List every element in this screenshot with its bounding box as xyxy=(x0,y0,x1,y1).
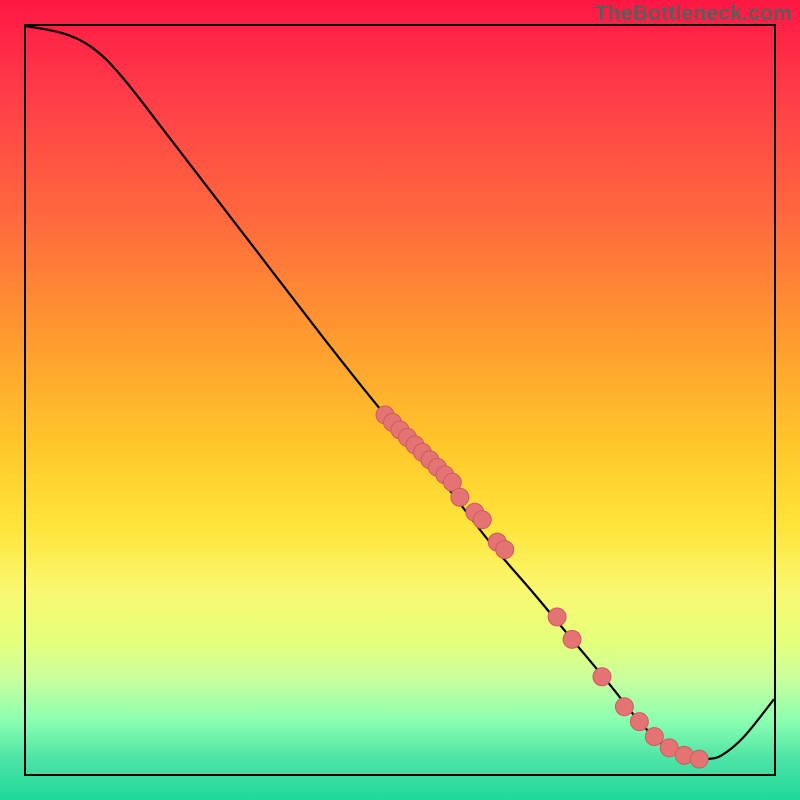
sample-point-marker xyxy=(690,750,708,768)
sample-point-marker xyxy=(451,488,469,506)
sample-point-marker xyxy=(548,608,566,626)
plot-area xyxy=(0,0,800,800)
sample-point-marker xyxy=(630,713,648,731)
chart-root: TheBottleneck.com xyxy=(0,0,800,800)
bottleneck-curve xyxy=(26,26,774,760)
sample-points-group xyxy=(376,406,708,768)
sample-point-marker xyxy=(496,541,514,559)
sample-point-marker xyxy=(645,728,663,746)
sample-point-marker xyxy=(473,511,491,529)
sample-point-marker xyxy=(615,698,633,716)
chart-svg xyxy=(26,26,774,774)
sample-point-marker xyxy=(563,630,581,648)
sample-point-marker xyxy=(593,668,611,686)
